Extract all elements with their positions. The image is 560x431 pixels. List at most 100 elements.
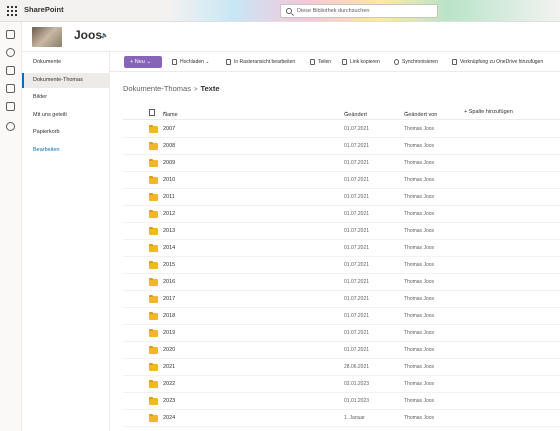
breadcrumb-separator: > <box>193 87 198 93</box>
table-row[interactable]: 2010 01.07.2021 Thomas Joos <box>123 172 560 189</box>
sync-button[interactable]: Synchronisieren <box>394 56 438 68</box>
new-button[interactable]: + Neu ⌄ <box>124 56 162 68</box>
nav-item-dokumente[interactable]: Dokumente <box>22 55 110 70</box>
modified-by: Thomas Joos <box>404 415 435 421</box>
modified-by: Thomas Joos <box>404 381 435 387</box>
table-row[interactable]: 2011 01.07.2021 Thomas Joos <box>123 189 560 206</box>
folder-name[interactable]: 2021 <box>163 364 175 370</box>
folder-icon <box>149 346 158 354</box>
nav-item-dokumente-thomas[interactable]: Dokumente-Thomas <box>22 73 110 88</box>
folder-name[interactable]: 2011 <box>163 194 175 200</box>
folder-name[interactable]: 2019 <box>163 330 175 336</box>
copy-link-label: Link kopieren <box>350 59 380 65</box>
folder-name[interactable]: 2017 <box>163 296 175 302</box>
folder-name[interactable]: 2009 <box>163 160 175 166</box>
site-logo[interactable] <box>32 27 62 47</box>
table-row[interactable]: 2017 01.07.2021 Thomas Joos <box>123 291 560 308</box>
lists-icon[interactable] <box>6 102 15 111</box>
table-row[interactable]: 2022 02.01.2023 Thomas Joos <box>123 376 560 393</box>
modified-date: 01.07.2021 <box>344 330 370 336</box>
folder-name[interactable]: 2023 <box>163 398 175 404</box>
folder-name[interactable]: 2012 <box>163 211 175 217</box>
sync-icon <box>394 59 399 65</box>
folder-name[interactable]: 2022 <box>163 381 175 387</box>
folder-name[interactable]: 2008 <box>163 143 175 149</box>
table-row[interactable]: 2014 01.07.2021 Thomas Joos <box>123 240 560 257</box>
sites-icon[interactable] <box>6 66 15 75</box>
share-label: Teilen <box>318 59 332 65</box>
app-launcher-icon[interactable] <box>7 6 17 16</box>
table-row[interactable]: 2013 01.07.2021 Thomas Joos <box>123 223 560 240</box>
modified-date: 01.07.2021 <box>344 313 370 319</box>
speaker-icon[interactable]: 🔈 <box>101 32 108 39</box>
nav-item-bilder[interactable]: Bilder <box>22 90 110 105</box>
column-modified-by[interactable]: Geändert von ⌄ <box>404 109 437 118</box>
add-column-button[interactable]: + Spalte hinzufügen <box>464 109 513 115</box>
globe-icon[interactable] <box>6 48 15 57</box>
table-row[interactable]: 2024 1. Januar Thomas Joos <box>123 410 560 427</box>
table-row[interactable]: 2015 01.07.2021 Thomas Joos <box>123 257 560 274</box>
table-row[interactable]: 2023 01.01.2023 Thomas Joos <box>123 393 560 410</box>
folder-name[interactable]: 2020 <box>163 347 175 353</box>
folder-icon <box>149 261 158 269</box>
column-modified-label: Geändert <box>344 112 367 118</box>
folder-name[interactable]: 2018 <box>163 313 175 319</box>
folder-name[interactable]: 2007 <box>163 126 175 132</box>
onedrive-shortcut-button[interactable]: Verknüpfung zu OneDrive hinzufügen <box>452 56 543 68</box>
table-row[interactable]: 2012 01.07.2021 Thomas Joos <box>123 206 560 223</box>
folder-name[interactable]: 2014 <box>163 245 175 251</box>
nav-item-mit-uns-geteilt[interactable]: Mit uns geteilt <box>22 108 110 123</box>
folder-icon <box>149 414 158 422</box>
table-row[interactable]: 2016 01.07.2021 Thomas Joos <box>123 274 560 291</box>
modified-date: 01.01.2023 <box>344 398 370 404</box>
modified-date: 01.07.2021 <box>344 245 370 251</box>
table-row[interactable]: 2019 01.07.2021 Thomas Joos <box>123 325 560 342</box>
modified-date: 28.06.2021 <box>344 364 370 370</box>
modified-date: 01.07.2021 <box>344 194 370 200</box>
column-name[interactable]: Name ⌄ <box>163 109 178 118</box>
command-bar: + Neu ⌄ Hochladen ⌄ In Rasteransicht bea… <box>110 52 560 72</box>
create-icon[interactable] <box>6 122 15 131</box>
grid-view-button[interactable]: In Rasteransicht bearbeiten <box>226 56 295 68</box>
search-icon <box>286 8 292 14</box>
breadcrumb-parent[interactable]: Dokumente-Thomas <box>123 84 191 93</box>
share-button[interactable]: Teilen <box>310 56 331 68</box>
folder-name[interactable]: 2024 <box>163 415 175 421</box>
modified-date: 1. Januar <box>344 415 365 421</box>
upload-button[interactable]: Hochladen ⌄ <box>172 56 210 68</box>
folder-icon <box>149 227 158 235</box>
folder-name[interactable]: 2016 <box>163 279 175 285</box>
table-row[interactable]: 2018 01.07.2021 Thomas Joos <box>123 308 560 325</box>
modified-by: Thomas Joos <box>404 347 435 353</box>
modified-date: 01.07.2021 <box>344 126 370 132</box>
table-row[interactable]: 2021 28.06.2021 Thomas Joos <box>123 359 560 376</box>
modified-by: Thomas Joos <box>404 228 435 234</box>
home-icon[interactable] <box>6 30 15 39</box>
modified-date: 02.01.2023 <box>344 381 370 387</box>
news-icon[interactable] <box>6 84 15 93</box>
copy-link-button[interactable]: Link kopieren <box>342 56 380 68</box>
site-title[interactable]: Joos <box>74 28 102 42</box>
modified-by: Thomas Joos <box>404 296 435 302</box>
table-row[interactable]: 2007 01.07.2021 Thomas Joos <box>123 121 560 138</box>
suite-bar: SharePoint Diese Bibliothek durchsuchen <box>0 0 560 22</box>
folder-name[interactable]: 2010 <box>163 177 175 183</box>
column-modified[interactable]: Geändert ⌄ <box>344 109 367 118</box>
share-icon <box>310 59 315 65</box>
folder-icon <box>149 329 158 337</box>
table-row[interactable]: 2020 01.07.2021 Thomas Joos <box>123 342 560 359</box>
brand-name[interactable]: SharePoint <box>24 5 64 14</box>
breadcrumb: Dokumente-Thomas > Texte <box>123 84 220 93</box>
nav-edit-link[interactable]: Bearbeiten <box>22 143 110 158</box>
nav-item-papierkorb[interactable]: Papierkorb <box>22 125 110 140</box>
search-input[interactable]: Diese Bibliothek durchsuchen <box>280 4 438 18</box>
folder-name[interactable]: 2015 <box>163 262 175 268</box>
file-type-icon[interactable] <box>149 109 155 116</box>
folder-icon <box>149 244 158 252</box>
table-row[interactable]: 2008 01.07.2021 Thomas Joos <box>123 138 560 155</box>
folder-name[interactable]: 2013 <box>163 228 175 234</box>
folder-icon <box>149 176 158 184</box>
shortcut-icon <box>452 59 457 65</box>
modified-date: 01.07.2021 <box>344 228 370 234</box>
table-row[interactable]: 2009 01.07.2021 Thomas Joos <box>123 155 560 172</box>
